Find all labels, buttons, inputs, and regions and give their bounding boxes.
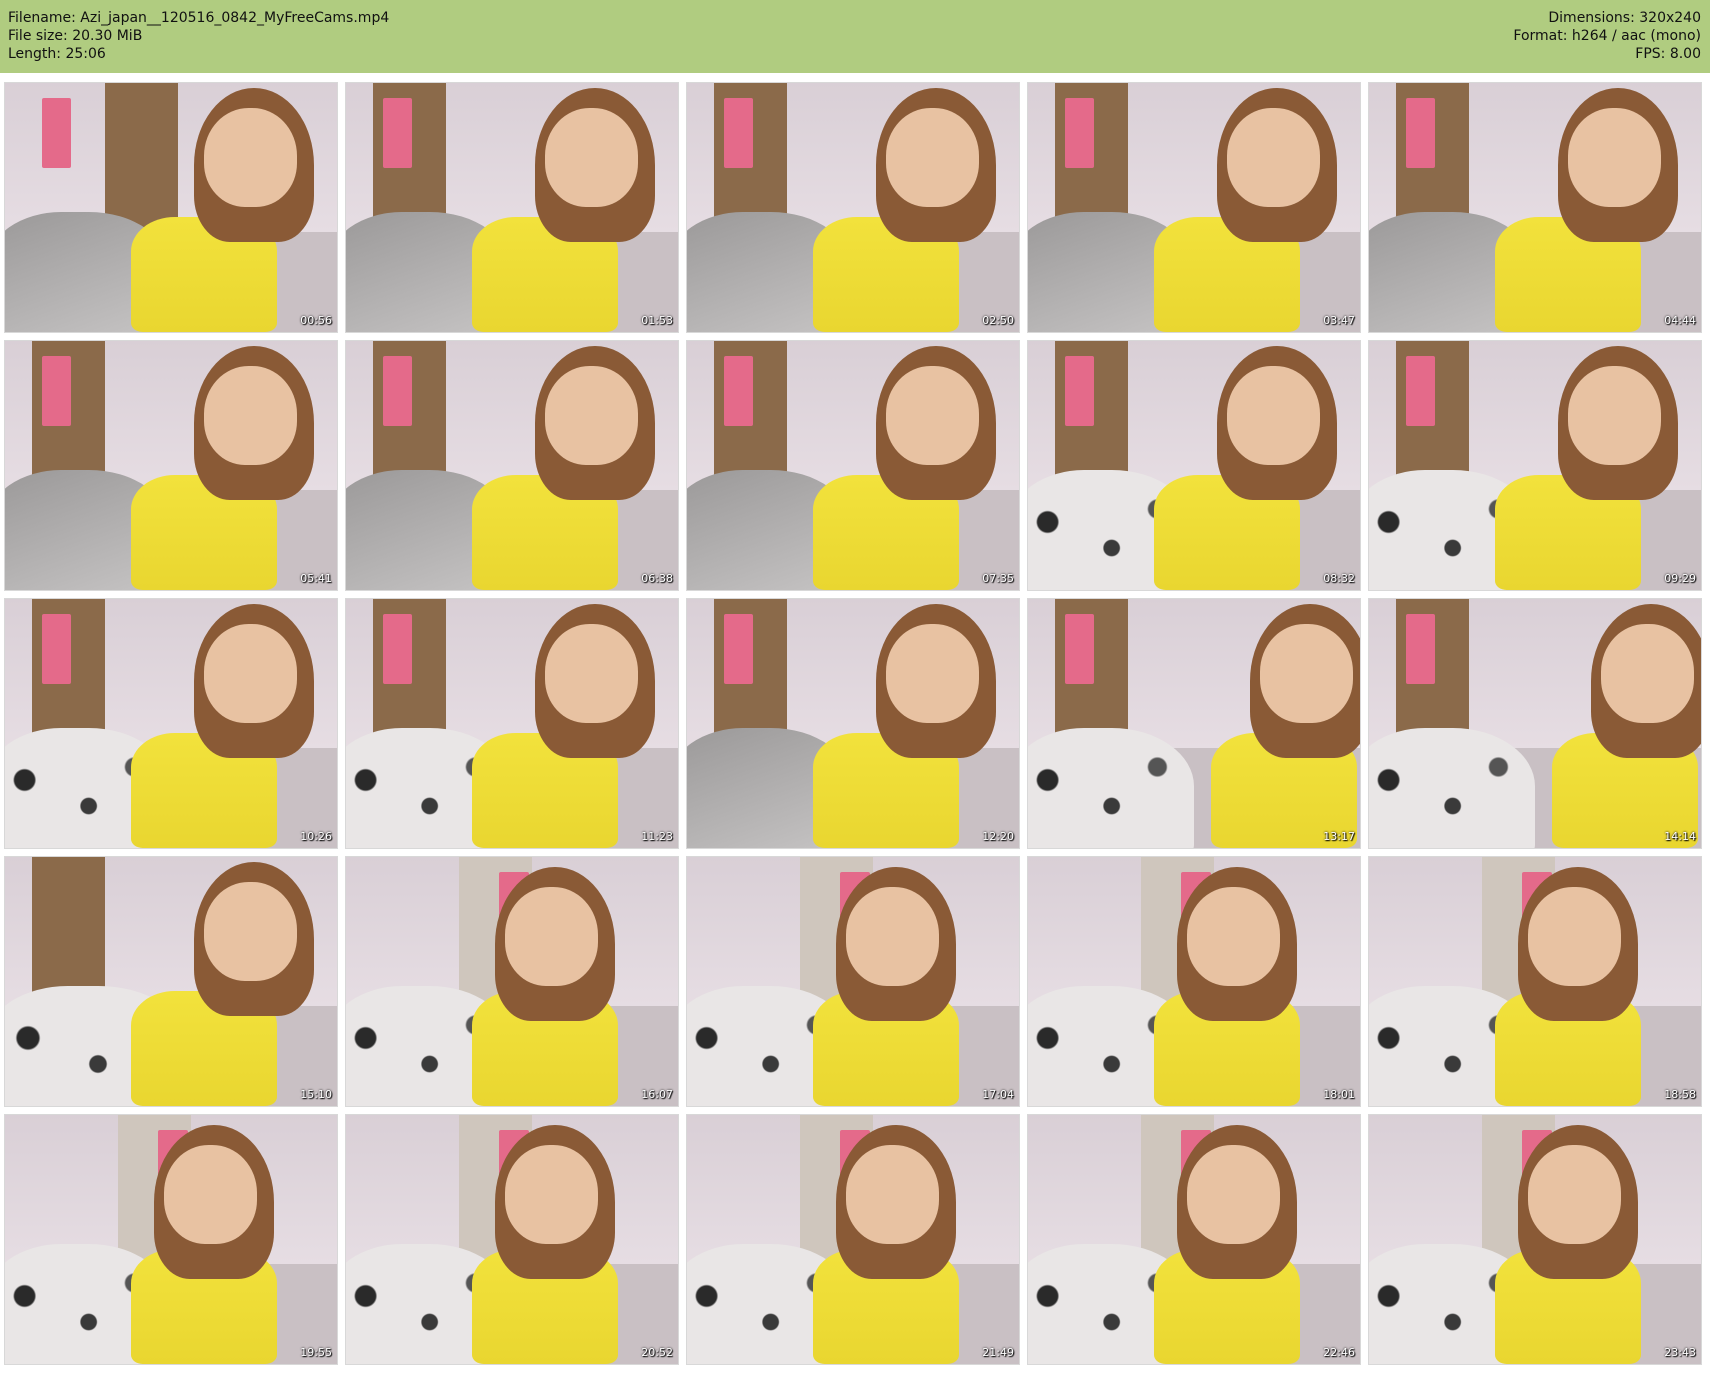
thumbnail-image bbox=[1028, 599, 1360, 848]
thumbnail-image bbox=[687, 599, 1019, 848]
thumbnail-image bbox=[5, 599, 337, 848]
video-thumbnail[interactable]: 02:50 bbox=[686, 82, 1020, 333]
timestamp-label: 23:43 bbox=[1664, 1346, 1696, 1359]
timestamp-label: 18:58 bbox=[1664, 1088, 1696, 1101]
video-thumbnail[interactable]: 10:26 bbox=[4, 598, 338, 849]
thumbnail-image bbox=[1369, 341, 1701, 590]
video-thumbnail[interactable]: 14:14 bbox=[1368, 598, 1702, 849]
video-thumbnail[interactable]: 18:01 bbox=[1027, 856, 1361, 1107]
thumbnail-image bbox=[346, 341, 678, 590]
video-thumbnail[interactable]: 04:44 bbox=[1368, 82, 1702, 333]
timestamp-label: 07:35 bbox=[982, 572, 1014, 585]
timestamp-label: 02:50 bbox=[982, 314, 1014, 327]
thumbnail-image bbox=[1369, 83, 1701, 332]
timestamp-label: 12:20 bbox=[982, 830, 1014, 843]
timestamp-label: 09:29 bbox=[1664, 572, 1696, 585]
thumbnail-image bbox=[346, 83, 678, 332]
video-thumbnail[interactable]: 20:52 bbox=[345, 1114, 679, 1365]
timestamp-label: 06:38 bbox=[641, 572, 673, 585]
length-text: Length: 25:06 bbox=[8, 46, 106, 62]
video-thumbnail[interactable]: 16:07 bbox=[345, 856, 679, 1107]
filesize-text: File size: 20.30 MiB bbox=[8, 28, 143, 44]
format-text: Format: h264 / aac (mono) bbox=[1513, 28, 1701, 44]
timestamp-label: 22:46 bbox=[1323, 1346, 1355, 1359]
timestamp-label: 14:14 bbox=[1664, 830, 1696, 843]
timestamp-label: 03:47 bbox=[1323, 314, 1355, 327]
thumbnail-image bbox=[5, 857, 337, 1106]
video-thumbnail[interactable]: 01:53 bbox=[345, 82, 679, 333]
timestamp-label: 00:56 bbox=[300, 314, 332, 327]
timestamp-label: 16:07 bbox=[641, 1088, 673, 1101]
video-thumbnail[interactable]: 18:58 bbox=[1368, 856, 1702, 1107]
timestamp-label: 08:32 bbox=[1323, 572, 1355, 585]
thumbnail-image bbox=[1028, 857, 1360, 1106]
video-thumbnail[interactable]: 05:41 bbox=[4, 340, 338, 591]
video-thumbnail[interactable]: 21:49 bbox=[686, 1114, 1020, 1365]
video-thumbnail[interactable]: 23:43 bbox=[1368, 1114, 1702, 1365]
thumbnail-grid: 00:56 01:53 02:50 03:47 04:44 05:41 06:38 07:35… bbox=[4, 82, 1702, 1365]
timestamp-label: 01:53 bbox=[641, 314, 673, 327]
timestamp-label: 21:49 bbox=[982, 1346, 1014, 1359]
thumbnail-image bbox=[1369, 857, 1701, 1106]
video-thumbnail[interactable]: 06:38 bbox=[345, 340, 679, 591]
timestamp-label: 20:52 bbox=[641, 1346, 673, 1359]
thumbnail-image bbox=[346, 857, 678, 1106]
filename-text: Filename: Azi_japan__120516_0842_MyFreeC… bbox=[8, 10, 390, 26]
timestamp-label: 10:26 bbox=[300, 830, 332, 843]
thumbnail-image bbox=[687, 1115, 1019, 1364]
video-thumbnail[interactable]: 09:29 bbox=[1368, 340, 1702, 591]
dimensions-text: Dimensions: 320x240 bbox=[1548, 10, 1701, 26]
thumbnail-image bbox=[687, 341, 1019, 590]
thumbnail-image bbox=[1028, 341, 1360, 590]
thumbnail-image bbox=[5, 1115, 337, 1364]
timestamp-label: 11:23 bbox=[641, 830, 673, 843]
thumbnail-image bbox=[346, 1115, 678, 1364]
video-info-header: Filename: Azi_japan__120516_0842_MyFreeC… bbox=[0, 0, 1710, 73]
meta-left: Filename: Azi_japan__120516_0842_MyFreeC… bbox=[8, 9, 389, 63]
video-thumbnail[interactable]: 22:46 bbox=[1027, 1114, 1361, 1365]
meta-right: Dimensions: 320x240 Format: h264 / aac (… bbox=[1513, 9, 1701, 63]
video-thumbnail[interactable]: 12:20 bbox=[686, 598, 1020, 849]
video-thumbnail[interactable]: 07:35 bbox=[686, 340, 1020, 591]
video-thumbnail[interactable]: 11:23 bbox=[345, 598, 679, 849]
timestamp-label: 17:04 bbox=[982, 1088, 1014, 1101]
thumbnail-image bbox=[687, 83, 1019, 332]
thumbnail-image bbox=[1369, 599, 1701, 848]
thumbnail-image bbox=[5, 83, 337, 332]
thumbnail-image bbox=[5, 341, 337, 590]
video-thumbnail[interactable]: 19:55 bbox=[4, 1114, 338, 1365]
video-thumbnail[interactable]: 03:47 bbox=[1027, 82, 1361, 333]
thumbnail-image bbox=[346, 599, 678, 848]
thumbnail-image bbox=[1028, 1115, 1360, 1364]
timestamp-label: 05:41 bbox=[300, 572, 332, 585]
timestamp-label: 19:55 bbox=[300, 1346, 332, 1359]
thumbnail-image bbox=[1028, 83, 1360, 332]
timestamp-label: 18:01 bbox=[1323, 1088, 1355, 1101]
video-thumbnail[interactable]: 13:17 bbox=[1027, 598, 1361, 849]
fps-text: FPS: 8.00 bbox=[1635, 46, 1701, 62]
video-thumbnail[interactable]: 08:32 bbox=[1027, 340, 1361, 591]
timestamp-label: 04:44 bbox=[1664, 314, 1696, 327]
timestamp-label: 13:17 bbox=[1323, 830, 1355, 843]
timestamp-label: 15:10 bbox=[300, 1088, 332, 1101]
video-thumbnail[interactable]: 17:04 bbox=[686, 856, 1020, 1107]
thumbnail-image bbox=[1369, 1115, 1701, 1364]
video-thumbnail[interactable]: 00:56 bbox=[4, 82, 338, 333]
video-thumbnail[interactable]: 15:10 bbox=[4, 856, 338, 1107]
thumbnail-image bbox=[687, 857, 1019, 1106]
